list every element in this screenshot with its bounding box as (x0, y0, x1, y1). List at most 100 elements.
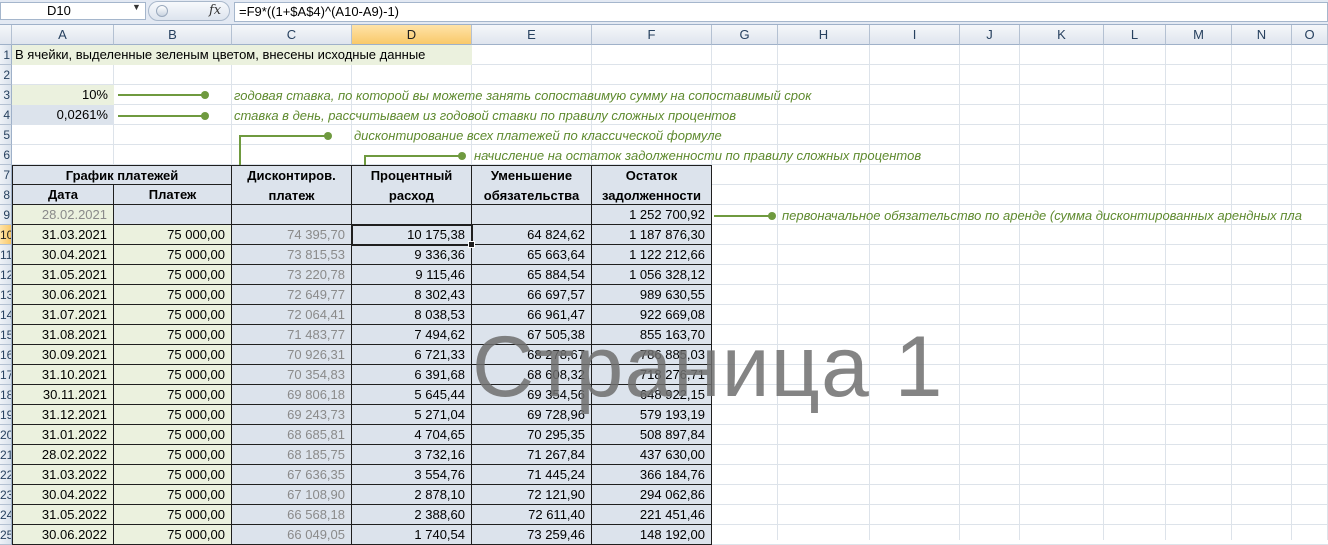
payment-cell[interactable]: 75 000,00 (114, 525, 232, 545)
balance-cell[interactable]: 508 897,84 (592, 425, 712, 445)
row-header-16[interactable]: 16 (0, 345, 12, 365)
column-header-d[interactable]: D (352, 25, 472, 45)
fill-handle[interactable] (468, 241, 475, 248)
discounted-payment-cell[interactable]: 72 064,41 (232, 305, 352, 325)
scroll-handle-icon[interactable] (156, 5, 168, 17)
column-header-n[interactable]: N (1232, 25, 1292, 45)
payment-cell[interactable]: 75 000,00 (114, 405, 232, 425)
payment-cell[interactable]: 75 000,00 (114, 345, 232, 365)
date-cell[interactable]: 30.09.2021 (12, 345, 114, 365)
interest-expense-cell[interactable]: 5 271,04 (352, 405, 472, 425)
formula-input[interactable]: =F9*((1+$A$4)^(A10-A9)-1) (234, 2, 1328, 22)
liability-reduction-cell[interactable]: 71 267,84 (472, 445, 592, 465)
balance-cell[interactable]: 221 451,46 (592, 505, 712, 525)
interest-expense-cell[interactable]: 3 554,76 (352, 465, 472, 485)
interest-expense-cell[interactable]: 9 336,36 (352, 245, 472, 265)
balance-cell[interactable]: 294 062,86 (592, 485, 712, 505)
column-header-i[interactable]: I (870, 25, 960, 45)
date-cell[interactable]: 30.04.2021 (12, 245, 114, 265)
column-header-k[interactable]: K (1020, 25, 1104, 45)
liability-reduction-cell[interactable]: 65 663,64 (472, 245, 592, 265)
payment-cell[interactable]: 75 000,00 (114, 425, 232, 445)
discounted-payment-cell[interactable]: 67 108,90 (232, 485, 352, 505)
column-header-o[interactable]: O (1292, 25, 1328, 45)
payment-cell[interactable]: 75 000,00 (114, 265, 232, 285)
interest-expense-cell[interactable]: 6 391,68 (352, 365, 472, 385)
initial-interest-cell[interactable] (352, 205, 472, 225)
discounted-payment-cell[interactable]: 66 568,18 (232, 505, 352, 525)
row-header-21[interactable]: 21 (0, 445, 12, 465)
payment-cell[interactable]: 75 000,00 (114, 285, 232, 305)
row-header-9[interactable]: 9 (0, 205, 12, 225)
row-header-14[interactable]: 14 (0, 305, 12, 325)
balance-cell[interactable]: 1 187 876,30 (592, 225, 712, 245)
date-cell[interactable]: 30.04.2022 (12, 485, 114, 505)
column-header-a[interactable]: A (12, 25, 114, 45)
chevron-down-icon[interactable]: ▼ (132, 2, 141, 12)
balance-cell[interactable]: 989 630,55 (592, 285, 712, 305)
row-header-2[interactable]: 2 (0, 65, 12, 85)
row-header-17[interactable]: 17 (0, 365, 12, 385)
date-cell[interactable]: 31.07.2021 (12, 305, 114, 325)
date-cell[interactable]: 31.05.2021 (12, 265, 114, 285)
daily-rate-cell[interactable]: 0,0261% (12, 105, 114, 125)
row-header-12[interactable]: 12 (0, 265, 12, 285)
column-header-j[interactable]: J (960, 25, 1020, 45)
liability-reduction-cell[interactable]: 64 824,62 (472, 225, 592, 245)
payment-cell[interactable]: 75 000,00 (114, 465, 232, 485)
balance-cell[interactable]: 1 056 328,12 (592, 265, 712, 285)
interest-expense-cell[interactable]: 3 732,16 (352, 445, 472, 465)
row-header-22[interactable]: 22 (0, 465, 12, 485)
column-header-e[interactable]: E (472, 25, 592, 45)
discounted-payment-cell[interactable]: 69 806,18 (232, 385, 352, 405)
column-header-h[interactable]: H (778, 25, 870, 45)
discounted-payment-cell[interactable]: 69 243,73 (232, 405, 352, 425)
date-cell[interactable]: 31.08.2021 (12, 325, 114, 345)
date-cell[interactable]: 31.12.2021 (12, 405, 114, 425)
row-header-6[interactable]: 6 (0, 145, 12, 165)
discounted-payment-cell[interactable]: 67 636,35 (232, 465, 352, 485)
discounted-payment-cell[interactable]: 66 049,05 (232, 525, 352, 545)
discounted-payment-cell[interactable]: 71 483,77 (232, 325, 352, 345)
initial-discounted-cell[interactable] (232, 205, 352, 225)
row-header-19[interactable]: 19 (0, 405, 12, 425)
discounted-payment-cell[interactable]: 72 649,77 (232, 285, 352, 305)
date-cell[interactable]: 31.05.2022 (12, 505, 114, 525)
liability-reduction-cell[interactable]: 72 121,90 (472, 485, 592, 505)
row-header-4[interactable]: 4 (0, 105, 12, 125)
row-header-15[interactable]: 15 (0, 325, 12, 345)
interest-expense-cell[interactable]: 5 645,44 (352, 385, 472, 405)
row-header-20[interactable]: 20 (0, 425, 12, 445)
interest-expense-cell[interactable]: 8 302,43 (352, 285, 472, 305)
balance-cell[interactable]: 437 630,00 (592, 445, 712, 465)
row-header-8[interactable]: 8 (0, 185, 12, 205)
balance-cell[interactable]: 366 184,76 (592, 465, 712, 485)
date-cell[interactable]: 31.10.2021 (12, 365, 114, 385)
date-cell[interactable]: 30.06.2021 (12, 285, 114, 305)
name-box[interactable]: D10 (0, 2, 146, 20)
liability-reduction-cell[interactable]: 70 295,35 (472, 425, 592, 445)
annual-rate-cell[interactable]: 10% (12, 85, 114, 105)
initial-payment-cell[interactable] (114, 205, 232, 225)
row-header-1[interactable]: 1 (0, 45, 12, 65)
balance-cell[interactable]: 1 122 212,66 (592, 245, 712, 265)
column-header-l[interactable]: L (1104, 25, 1166, 45)
column-header-m[interactable]: M (1166, 25, 1232, 45)
row-header-18[interactable]: 18 (0, 385, 12, 405)
row-header-23[interactable]: 23 (0, 485, 12, 505)
liability-reduction-cell[interactable]: 65 884,54 (472, 265, 592, 285)
row-header-3[interactable]: 3 (0, 85, 12, 105)
balance-cell[interactable]: 148 192,00 (592, 525, 712, 545)
payment-cell[interactable]: 75 000,00 (114, 305, 232, 325)
interest-expense-cell[interactable]: 2 388,60 (352, 505, 472, 525)
discounted-payment-cell[interactable]: 73 815,53 (232, 245, 352, 265)
row-header-7[interactable]: 7 (0, 165, 12, 185)
interest-expense-cell[interactable]: 4 704,65 (352, 425, 472, 445)
discounted-payment-cell[interactable]: 68 685,81 (232, 425, 352, 445)
liability-reduction-cell[interactable]: 66 697,57 (472, 285, 592, 305)
payment-cell[interactable]: 75 000,00 (114, 365, 232, 385)
interest-expense-cell[interactable]: 6 721,33 (352, 345, 472, 365)
discounted-payment-cell[interactable]: 74 395,70 (232, 225, 352, 245)
payment-cell[interactable]: 75 000,00 (114, 385, 232, 405)
row-header-11[interactable]: 11 (0, 245, 12, 265)
